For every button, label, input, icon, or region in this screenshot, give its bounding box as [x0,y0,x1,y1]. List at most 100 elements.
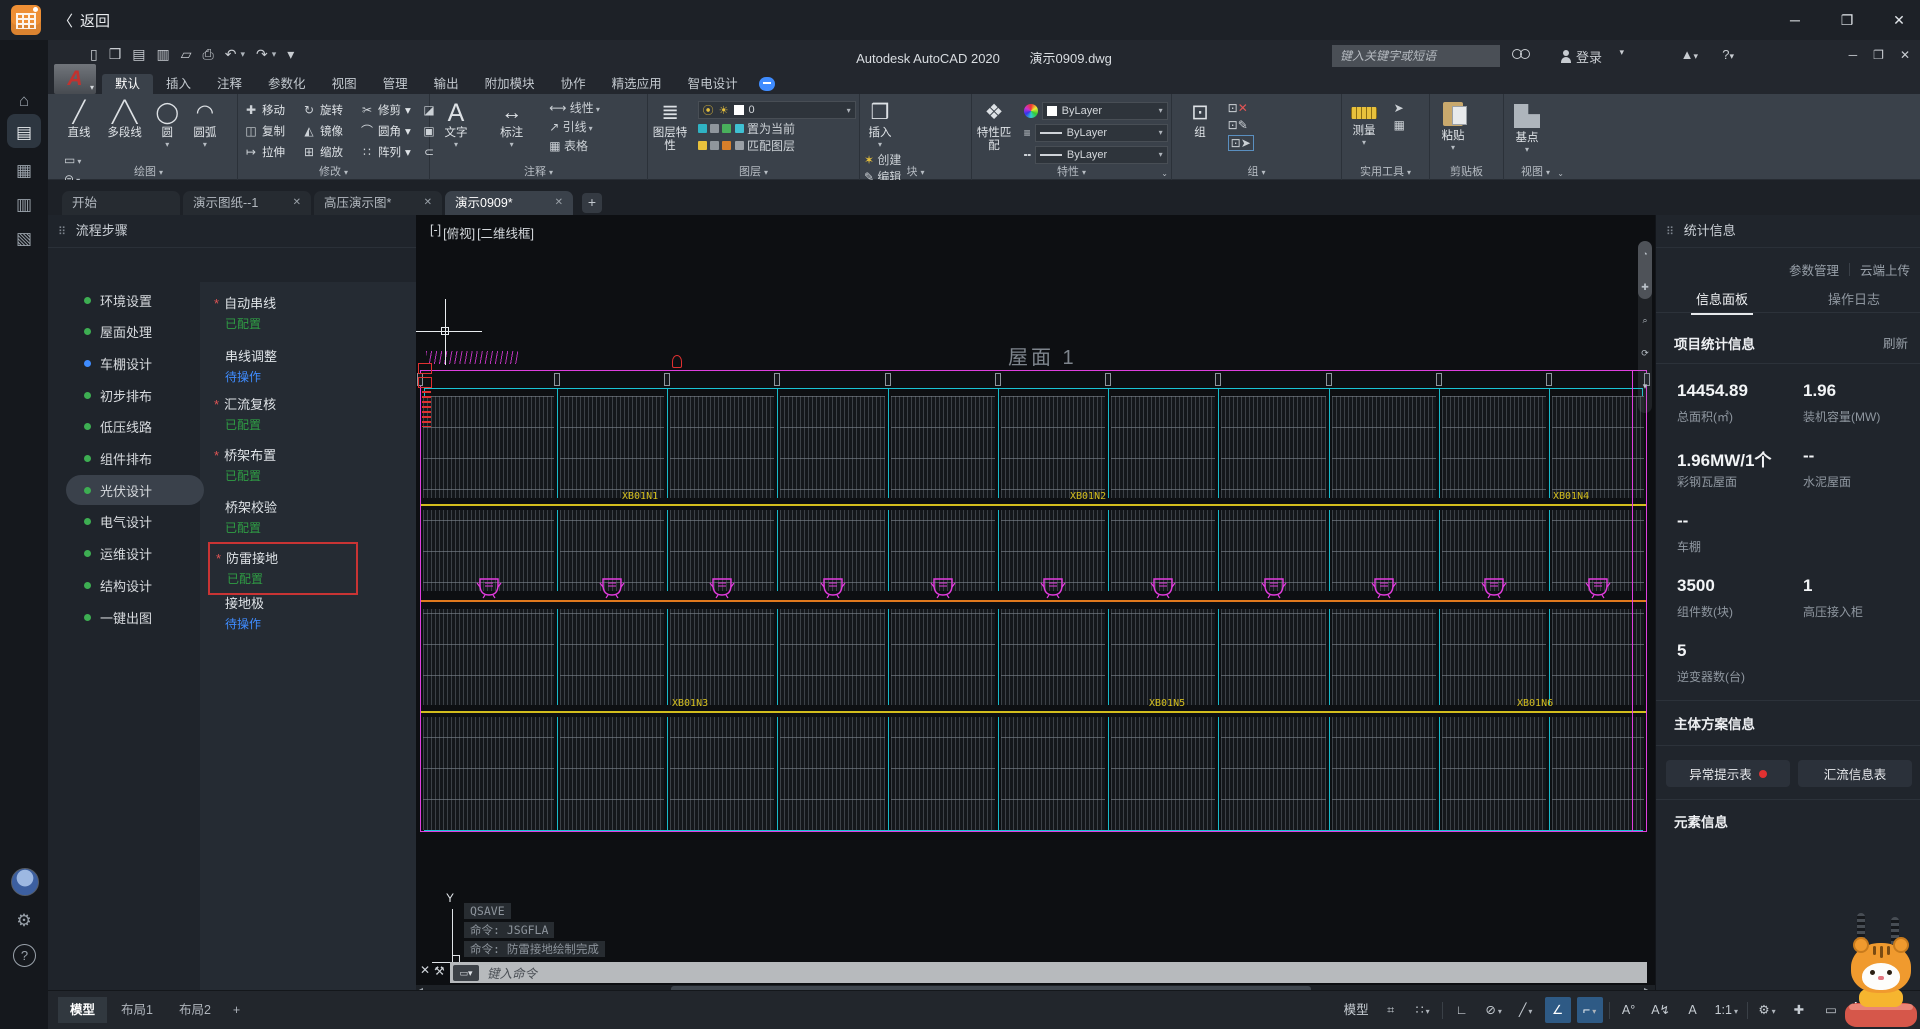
polar-tracking-toggle[interactable]: ⊘▾ [1481,997,1507,1023]
ribbon-tab[interactable]: 管理 [370,74,421,94]
group-button[interactable]: ⊡ 组 [1180,97,1220,140]
file-tab[interactable]: 开始 [62,191,180,215]
clipboard-group-label[interactable]: 剪贴板 [1430,163,1503,179]
library-icon[interactable]: ▥ [0,190,48,220]
layers-group-label[interactable]: 图层▾ [648,163,859,179]
settings-gear-icon[interactable]: ⚙ [0,906,48,936]
element-section-title[interactable]: 元素信息 [1674,811,1728,831]
process-step[interactable]: 电气设计 [48,507,208,537]
annotate-group-label[interactable]: 注释▾ [430,163,647,179]
snap-mode-toggle[interactable]: ∷▾ [1410,997,1436,1023]
ribbon-tab[interactable]: 输出 [421,74,472,94]
autodesk-account-icon[interactable]: ▲▾ [1681,47,1698,62]
scheme-section-title[interactable]: 主体方案信息 [1674,713,1755,733]
minimize-button[interactable]: ─ [1784,12,1806,28]
modify-group-label[interactable]: 修改▾ [238,163,429,179]
properties-group-label[interactable]: 特性▾ [972,163,1171,179]
help-icon[interactable]: ? [13,944,36,967]
process-step[interactable]: 组件排布 [48,444,208,474]
file-tab[interactable]: 高压演示图*✕ [314,191,442,215]
boards-icon[interactable]: ▧ [0,224,48,254]
steering-wheel-icon[interactable]: ◔ [1638,249,1652,259]
back-button[interactable]: 〈 返回 [58,0,110,40]
line-button[interactable]: ╱ 直线 [60,97,98,140]
leader-button[interactable]: ↗ 引线▾ [549,120,600,136]
message-icon[interactable] [759,77,775,91]
close-tab-icon[interactable]: ✕ [555,191,563,215]
drawing-canvas[interactable]: [-] [俯视] [二维线框] 屋面 1 XB01N1XB01N2XB01N4X… [416,215,1655,990]
tab-operation-log[interactable]: 操作日志 [1788,285,1920,312]
mirror-button[interactable]: ◭镜像 [302,120,360,141]
text-button[interactable]: A 文字▾ [430,97,482,149]
process-step[interactable]: 一键出图 [48,602,208,632]
command-close-icon[interactable]: ✕ [420,963,430,977]
quick-calc-icon[interactable]: ▦ [1394,118,1405,132]
process-step[interactable]: 环境设置 [48,285,208,315]
search-binoculars-icon[interactable] [1512,47,1530,62]
clean-screen-toggle[interactable]: ▭ [1818,997,1844,1023]
lineweight-dropdown[interactable]: ByLayer▾ [1035,124,1168,142]
file-tab[interactable]: 演示图纸--1✕ [183,191,311,215]
match-layer-button[interactable]: 匹配图层 [698,139,856,153]
rotate-button[interactable]: ↻旋转 [302,99,360,120]
draw-group-label[interactable]: 绘图▾ [60,163,237,179]
grid-display-toggle[interactable]: ⌗ [1378,997,1404,1023]
ribbon-tab[interactable]: 参数化 [255,74,319,94]
application-menu-button[interactable]: A ▾ [54,64,96,94]
stats-panel-header[interactable]: ⠿ 统计信息 [1656,215,1920,248]
process-substep[interactable]: 桥架校验已配置 [214,497,374,536]
abnormal-prompt-button[interactable]: 异常提示表 [1666,760,1790,787]
plugin-logo-icon[interactable] [11,5,41,35]
copy-button[interactable]: ◫复制 [244,120,302,141]
close-button[interactable]: ✕ [1888,12,1910,29]
base-point-button[interactable]: 基点▾ [1504,97,1550,154]
process-substep[interactable]: *桥架布置已配置 [214,445,374,484]
layout-tab[interactable]: 模型 [58,997,107,1023]
process-step[interactable]: 屋面处理 [48,317,208,347]
properties-expand-icon[interactable]: ⌄ [1161,169,1168,178]
ribbon-tab[interactable]: 插入 [153,74,204,94]
process-substep[interactable]: *防雷接地已配置 [208,542,358,595]
pan-icon[interactable]: ✚ [1638,282,1652,293]
login-button[interactable]: 登录 [1561,47,1602,66]
process-step[interactable]: 初步排布 [48,380,208,410]
process-substep[interactable]: *自动串线已配置 [214,293,374,332]
command-input-bar[interactable]: ▭▾ 键入命令 [450,962,1647,983]
user-avatar[interactable] [11,868,39,896]
process-substep[interactable]: *汇流复核已配置 [214,394,374,433]
new-tab-button[interactable]: + [582,193,602,213]
close-tab-icon[interactable]: ✕ [293,191,301,215]
help-menu-icon[interactable]: ?▾ [1722,47,1734,62]
workspace-switching-toggle[interactable]: ⚙▾ [1754,997,1780,1023]
acad-close-button[interactable]: ✕ [1900,48,1910,62]
isodraft-toggle[interactable]: ╱▾ [1513,997,1539,1023]
trim-button[interactable]: ✂修剪▾ [360,99,422,120]
home-icon[interactable]: ⌂ [0,86,48,116]
process-substep[interactable]: 串线调整待操作 [214,346,374,385]
table-button[interactable]: ▦ 表格 [549,139,600,153]
measure-button[interactable]: 测量▾ [1342,97,1386,147]
file-tab[interactable]: 演示0909*✕ [445,191,573,215]
ribbon-tab[interactable]: 附加模块 [472,74,548,94]
maximize-button[interactable]: ❐ [1836,12,1858,29]
object-snap-toggle[interactable]: ⌐▾ [1577,997,1603,1023]
process-step[interactable]: 车棚设计 [48,348,208,378]
ribbon-tab[interactable]: 注释 [204,74,255,94]
set-current-layer-button[interactable]: 置为当前 [698,122,856,136]
process-panel-header[interactable]: ⠿ 流程步骤 [48,215,416,248]
layer-properties-button[interactable]: ≣ 图层特性 [648,97,692,153]
drawings-icon[interactable]: ▦ [0,156,48,186]
cloud-upload-link[interactable]: 云端上传 [1860,260,1910,279]
quick-select-icon[interactable]: ➤ [1394,101,1405,115]
model-space-label[interactable]: 模型 [1341,997,1372,1023]
projects-icon[interactable]: ▤ [0,118,48,148]
group-edit-button[interactable]: ⊡✎ [1228,118,1254,132]
linetype-dropdown[interactable]: ByLayer▾ [1035,146,1168,164]
ribbon-tab[interactable]: 智电设计 [675,74,751,94]
command-prompt-icon[interactable]: ▭▾ [453,965,479,981]
process-step[interactable]: 低压线路 [48,412,208,442]
view-expand-icon[interactable]: ⌄ [1557,169,1564,178]
block-group-label[interactable]: 块▾ [860,163,971,179]
ortho-mode-toggle[interactable]: ∟ [1449,997,1475,1023]
move-button[interactable]: ✚移动 [244,99,302,120]
